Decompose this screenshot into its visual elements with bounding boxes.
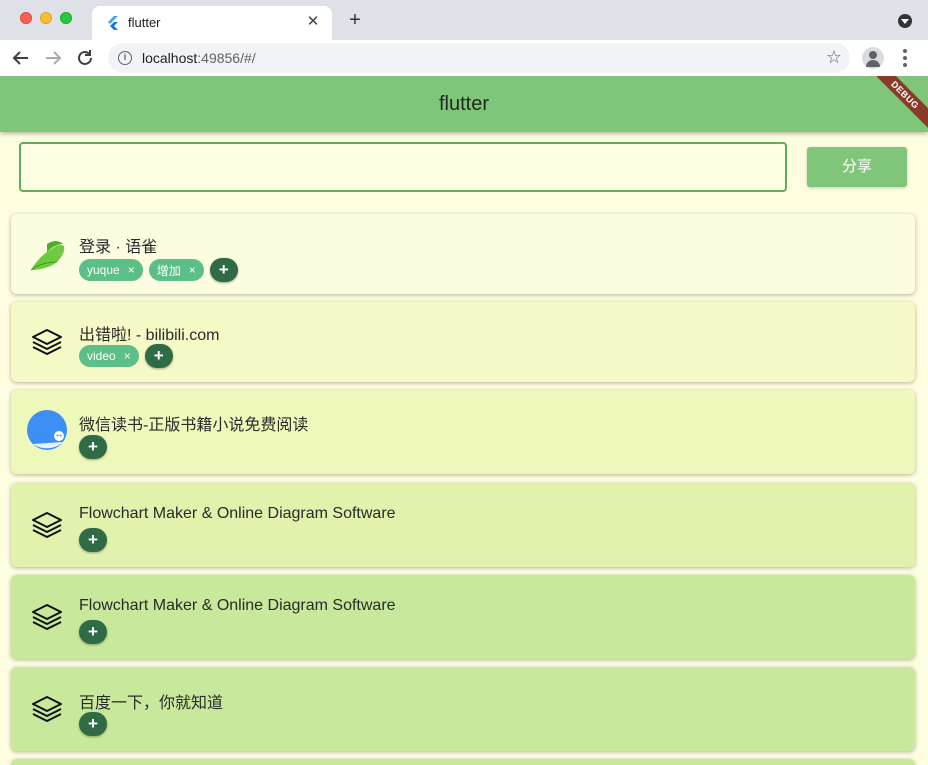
url-host: localhost: [142, 50, 198, 66]
bookmark-card[interactable]: 百度一下，你就知道 +: [11, 667, 915, 751]
bookmark-title[interactable]: 百度一下，你就知道: [79, 689, 223, 713]
add-tag-button[interactable]: +: [79, 620, 107, 644]
bookmark-card[interactable]: 微信读书-正版书籍小说免费阅读 +: [11, 390, 915, 474]
remove-tag-icon[interactable]: ×: [128, 263, 135, 277]
bookmark-title[interactable]: Flowchart Maker & Online Diagram Softwar…: [79, 505, 396, 523]
yuque-bird-icon: [27, 234, 67, 274]
layers-icon: [27, 597, 67, 637]
remove-tag-icon[interactable]: ×: [189, 263, 196, 277]
add-tag-button[interactable]: +: [79, 435, 107, 459]
tab-search-icon[interactable]: [898, 14, 912, 28]
app-bar: flutter: [0, 76, 928, 132]
bookmark-card[interactable]: [11, 759, 915, 765]
remove-tag-icon[interactable]: ×: [124, 349, 131, 363]
tag-list: yuque × 增加 × +: [79, 258, 238, 282]
app-title: flutter: [438, 93, 490, 115]
browser-tab[interactable]: flutter ✕: [92, 6, 332, 40]
tab-title: flutter: [128, 15, 161, 30]
tag-label: yuque: [87, 263, 120, 277]
tag-list: +: [79, 620, 107, 644]
flutter-icon: [108, 16, 118, 30]
tag-list: +: [79, 435, 107, 459]
bookmark-title[interactable]: 出错啦! - bilibili.com: [79, 321, 219, 345]
site-info-icon[interactable]: i: [118, 51, 132, 65]
bookmark-title[interactable]: 登录 · 语雀: [79, 233, 157, 257]
tag-label: video: [87, 349, 116, 363]
app-viewport: flutter DEBUG 分享 登录 · 语雀 yuque × 增加 × + 出错啦! -…: [0, 76, 928, 765]
forward-icon[interactable]: [42, 47, 64, 69]
bookmark-card[interactable]: 登录 · 语雀 yuque × 增加 × +: [11, 214, 915, 294]
add-tag-button[interactable]: +: [79, 712, 107, 736]
share-button[interactable]: 分享: [807, 147, 907, 187]
close-tab-icon[interactable]: ✕: [304, 13, 322, 31]
layers-icon: [27, 689, 67, 729]
bookmark-star-icon[interactable]: ☆: [826, 47, 842, 68]
maximize-window-button[interactable]: [60, 12, 72, 24]
share-url-input[interactable]: [19, 142, 787, 192]
share-row: 分享: [0, 132, 928, 198]
tag-chip[interactable]: video ×: [79, 345, 139, 367]
tag-list: +: [79, 712, 107, 736]
new-tab-button[interactable]: +: [344, 9, 366, 31]
browser-toolbar: i localhost:49856/#/ ☆: [0, 40, 928, 76]
bookmark-card[interactable]: Flowchart Maker & Online Diagram Softwar…: [11, 483, 915, 567]
tag-list: +: [79, 528, 107, 552]
bookmark-title[interactable]: 微信读书-正版书籍小说免费阅读: [79, 411, 308, 435]
tag-label: 增加: [156, 263, 181, 278]
reload-icon[interactable]: [74, 47, 96, 69]
back-icon[interactable]: [10, 47, 32, 69]
minimize-window-button[interactable]: [40, 12, 52, 24]
bookmark-title[interactable]: Flowchart Maker & Online Diagram Softwar…: [79, 597, 396, 615]
bookmark-card[interactable]: Flowchart Maker & Online Diagram Softwar…: [11, 575, 915, 659]
add-tag-button[interactable]: +: [144, 344, 173, 368]
tag-list: video × +: [79, 344, 173, 368]
close-window-button[interactable]: [20, 12, 32, 24]
address-bar[interactable]: i localhost:49856/#/ ☆: [108, 43, 850, 73]
weread-icon: [27, 410, 67, 450]
add-tag-button[interactable]: +: [209, 258, 238, 282]
browser-tab-bar: flutter ✕ +: [0, 0, 928, 40]
browser-menu-icon[interactable]: [898, 49, 912, 67]
tag-chip[interactable]: yuque ×: [79, 259, 143, 281]
layers-icon: [27, 322, 67, 362]
profile-icon[interactable]: [862, 47, 884, 69]
bookmark-card[interactable]: 出错啦! - bilibili.com video × +: [11, 302, 915, 382]
add-tag-button[interactable]: +: [79, 528, 107, 552]
url-path: :49856/#/: [197, 50, 256, 66]
url-text: localhost:49856/#/: [142, 50, 256, 66]
layers-icon: [27, 505, 67, 545]
tag-chip[interactable]: 增加 ×: [148, 259, 204, 281]
